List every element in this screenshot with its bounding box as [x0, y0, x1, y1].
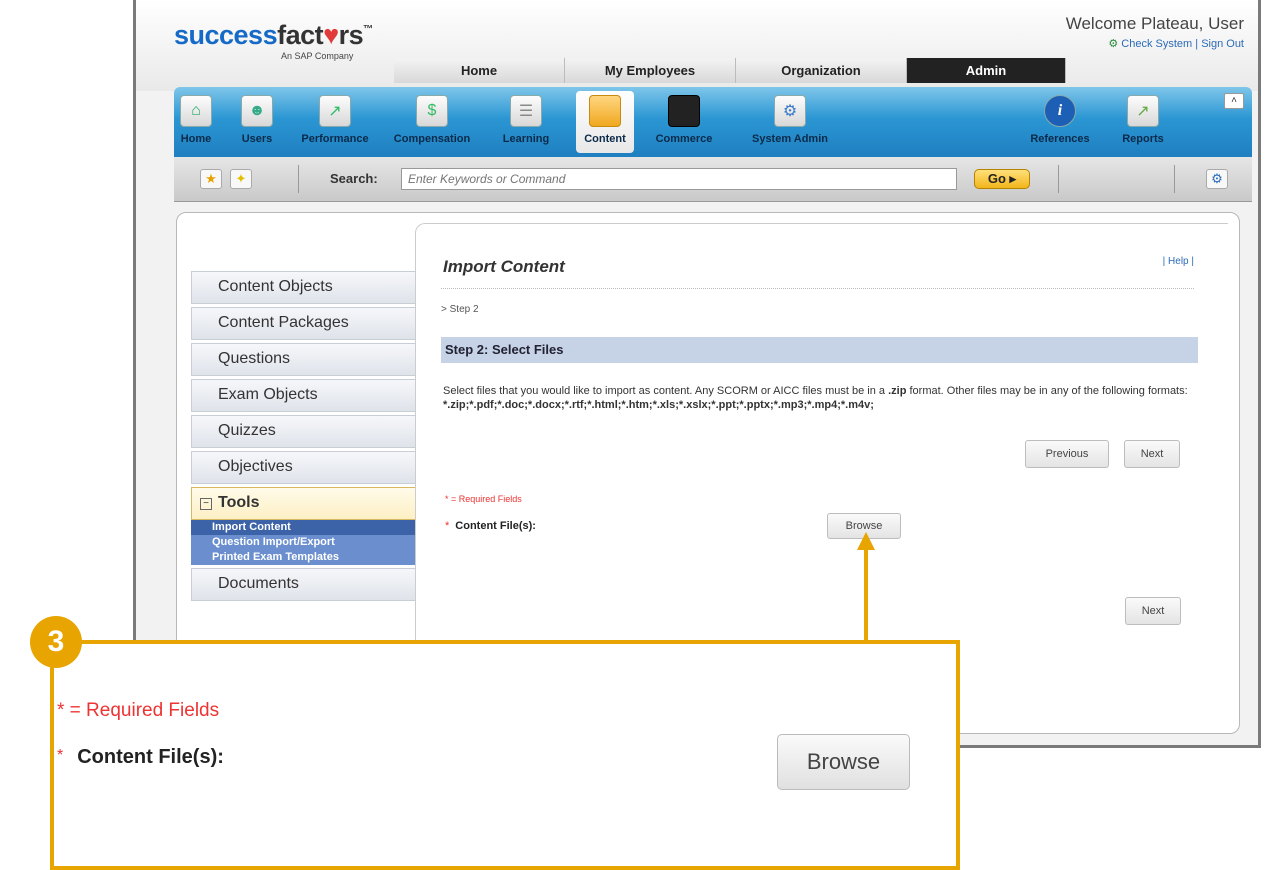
- callout-browse-button[interactable]: Browse: [777, 734, 910, 790]
- callout-required-fields-note: * = Required Fields: [57, 700, 220, 721]
- callout-arrow-head: [857, 532, 875, 550]
- content-file-text: Content File(s):: [77, 746, 224, 768]
- required-star: *: [57, 747, 64, 764]
- callout-step-badge: 3: [30, 616, 82, 668]
- callout-content-file-label: * Content File(s):: [57, 746, 224, 769]
